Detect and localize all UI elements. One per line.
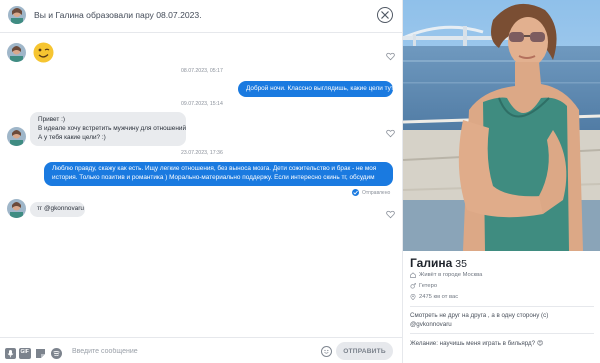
- message-status: Отправлено: [352, 189, 390, 196]
- profile-distance: 2475 км от вас: [410, 294, 458, 300]
- heart-icon: [386, 129, 395, 138]
- heart-icon: [386, 210, 395, 219]
- profile-panel: Галина 35 Живёт в городе Москва Гетеро 24…: [402, 0, 600, 363]
- divider: [410, 306, 594, 307]
- gender-icon: [410, 283, 416, 289]
- message-line: В идеале хочу встретить мужчину для отно…: [38, 124, 187, 132]
- gif-button[interactable]: GIF: [19, 346, 31, 359]
- chat-header: Вы и Галина образовали пару 08.07.2023.: [0, 0, 402, 33]
- message-timestamp: 23.07.2023, 17:36: [181, 150, 223, 156]
- divider: [410, 333, 594, 334]
- emoji-icon: [324, 349, 329, 354]
- home-icon: [410, 272, 416, 278]
- incoming-message: Привет :) В идеале хочу встретить мужчин…: [30, 112, 186, 146]
- chat-panel: Вы и Галина образовали пару 08.07.2023. …: [0, 0, 402, 363]
- message-input[interactable]: [72, 343, 312, 359]
- profile-location-text: Живёт в городе Москва: [419, 272, 483, 278]
- profile-orientation-text: Гетеро: [419, 283, 438, 289]
- mic-icon: [5, 348, 16, 359]
- heart-icon: [386, 52, 395, 61]
- profile-bio: Смотреть не друг на друга , а в одну сто…: [410, 311, 596, 329]
- message-line: Привет :): [38, 116, 65, 123]
- profile-orientation: Гетеро: [410, 283, 437, 289]
- avatar[interactable]: [7, 127, 26, 146]
- message-line: история. Только позитив и романтика ) Мо…: [52, 173, 375, 181]
- gif-label: GIF: [20, 348, 29, 355]
- spotify-button[interactable]: [51, 346, 62, 359]
- bio-line: Смотреть не друг на друга , а в одну сто…: [410, 312, 549, 319]
- profile-more-content: [410, 355, 594, 363]
- like-button[interactable]: [386, 48, 395, 61]
- sticker-button[interactable]: [35, 346, 46, 358]
- emoji-button[interactable]: [321, 346, 332, 357]
- check-icon: [352, 189, 359, 196]
- avatar[interactable]: [7, 43, 26, 62]
- avatar[interactable]: [7, 199, 26, 218]
- message-timestamp: 09.07.2023, 15:14: [181, 101, 223, 107]
- like-button[interactable]: [386, 125, 395, 138]
- profile-age: 35: [455, 258, 467, 270]
- sticker-icon: [36, 349, 45, 358]
- location-pin-icon: [410, 294, 416, 300]
- spotify-icon: [51, 348, 62, 359]
- message-text: тг @gkonnovaru: [37, 205, 84, 212]
- incoming-message: тг @gkonnovaru: [30, 202, 85, 217]
- message-line: А у тебя какие цели? :): [38, 133, 106, 141]
- outgoing-message: Люблю правду, скажу как есть. Ищу легкие…: [44, 162, 393, 186]
- outgoing-message: Доброй ночи. Классно выглядишь, какие це…: [238, 81, 397, 97]
- message-text: Доброй ночи. Классно выглядишь, какие це…: [246, 84, 398, 92]
- message-timestamp: 08.07.2023, 05:17: [181, 68, 223, 74]
- profile-name: Галина 35: [410, 256, 467, 270]
- wink-emoji: [33, 42, 54, 63]
- voice-message-button[interactable]: [5, 346, 16, 359]
- status-text: Отправлено: [362, 189, 391, 196]
- profile-location: Живёт в городе Москва: [410, 272, 482, 278]
- message-composer: GIF ОТПРАВИТЬ: [0, 337, 402, 363]
- profile-name-text: Галина: [410, 256, 453, 270]
- close-button[interactable]: [377, 7, 393, 23]
- chat-header-title: Вы и Галина образовали пару 08.07.2023.: [34, 10, 202, 20]
- bio-line: @gvkonnovaru: [410, 321, 452, 328]
- profile-distance-text: 2475 км от вас: [419, 294, 459, 300]
- message-line: Люблю правду, скажу как есть. Ищу легкие…: [52, 165, 377, 172]
- send-button[interactable]: ОТПРАВИТЬ: [336, 342, 393, 360]
- profile-photo[interactable]: [403, 0, 600, 251]
- profile-wish: Желание: научишь меня играть в бильярд? …: [410, 340, 544, 347]
- avatar[interactable]: [8, 6, 26, 24]
- like-button[interactable]: [386, 206, 395, 219]
- close-icon: [381, 11, 389, 19]
